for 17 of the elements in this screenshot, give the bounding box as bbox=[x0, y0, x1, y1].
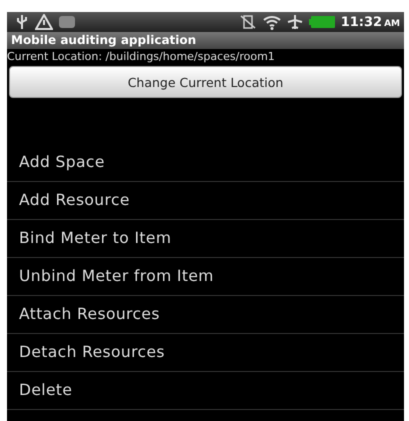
change-location-button[interactable]: Change Current Location bbox=[9, 66, 402, 98]
wifi-icon bbox=[262, 14, 281, 30]
menu-item[interactable]: Delete bbox=[7, 372, 404, 410]
warning-icon bbox=[35, 14, 53, 30]
menu-item[interactable]: Unbind Meter from Item bbox=[7, 258, 404, 296]
menu-item[interactable]: Attach Resources bbox=[7, 296, 404, 334]
menu-item[interactable]: Detach Resources bbox=[7, 334, 404, 372]
menu-item[interactable]: Add Resource bbox=[7, 182, 404, 220]
clock-time: 11:32 AM bbox=[340, 14, 400, 30]
usb-icon bbox=[15, 14, 29, 30]
location-text: Current Location: /buildings/home/spaces/room1 bbox=[7, 49, 276, 64]
app-title: Mobile auditing application bbox=[11, 33, 196, 47]
battery-icon bbox=[308, 16, 335, 28]
menu-item[interactable]: Add Space bbox=[7, 144, 404, 182]
message-icon bbox=[59, 16, 75, 28]
airplane-icon bbox=[286, 14, 303, 30]
menu-item[interactable]: Bind Meter to Item bbox=[7, 220, 404, 258]
